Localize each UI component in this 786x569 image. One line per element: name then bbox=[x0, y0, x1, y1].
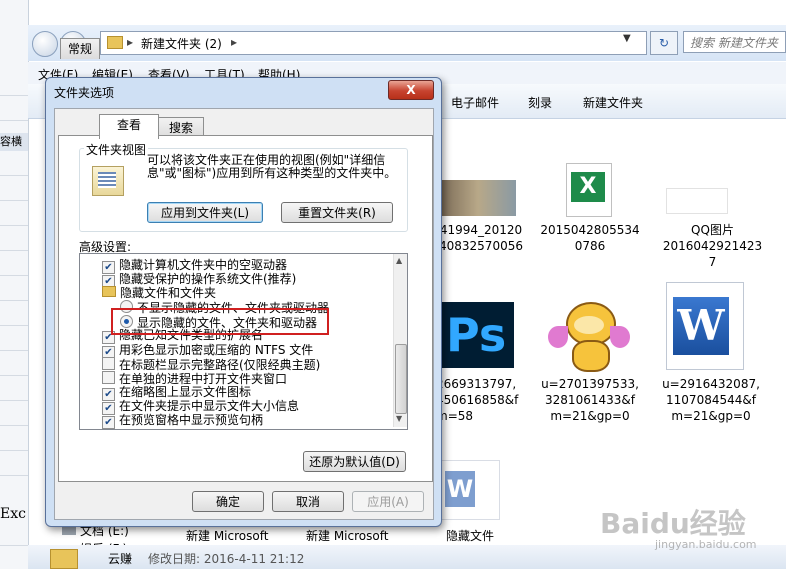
chevron-right-icon[interactable]: ▸ bbox=[127, 35, 133, 49]
toolbar-email[interactable]: 电子邮件 bbox=[451, 94, 499, 111]
excel-icon[interactable]: X bbox=[566, 163, 612, 217]
folder-views-label: 文件夹视图 bbox=[84, 141, 149, 158]
background-text-fragment: 容横 bbox=[0, 133, 28, 151]
list-item-label: 隐藏受保护的操作系统文件(推荐) bbox=[119, 272, 297, 286]
word-doc-icon[interactable]: W bbox=[440, 460, 500, 520]
highlight-annotation bbox=[111, 308, 329, 335]
dialog-title: 文件夹选项 bbox=[54, 86, 115, 100]
cancel-button[interactable]: 取消 bbox=[272, 491, 344, 512]
file-label[interactable]: 2669313797, 450616858&f m=58 bbox=[436, 376, 534, 424]
tab-view[interactable]: 查看 bbox=[99, 114, 159, 139]
folder-icon bbox=[102, 286, 116, 297]
list-item-label: 在标题栏显示完整路径(仅限经典主题) bbox=[119, 358, 321, 372]
tab-general[interactable]: 常规 bbox=[60, 38, 100, 59]
file-label[interactable]: u=2916432087, 1107084544&f m=21&gp=0 bbox=[655, 376, 767, 424]
ok-button[interactable]: 确定 bbox=[192, 491, 264, 512]
checkbox-unchecked[interactable] bbox=[102, 371, 115, 384]
checkbox-checked[interactable]: ✔ bbox=[102, 416, 115, 429]
toolbar-burn[interactable]: 刻录 bbox=[528, 94, 552, 111]
photoshop-thumbnail[interactable]: Ps bbox=[440, 302, 514, 368]
back-button[interactable] bbox=[32, 31, 58, 57]
word-icon[interactable]: W bbox=[666, 282, 744, 370]
list-item-label: 在缩略图上显示文件图标 bbox=[119, 385, 252, 399]
file-label[interactable]: u=2701397533, 3281061433&f m=21&gp=0 bbox=[540, 376, 640, 424]
address-bar[interactable]: ▸ 新建文件夹 (2) ▸ bbox=[100, 31, 647, 55]
refresh-icon[interactable]: ↻ bbox=[650, 31, 678, 55]
watermark-url: jingyan.baidu.com bbox=[655, 538, 757, 551]
file-label[interactable]: 41994_20120 40832570056 bbox=[436, 222, 526, 254]
close-button[interactable]: X bbox=[388, 80, 434, 100]
scroll-up-icon[interactable]: ▲ bbox=[396, 256, 402, 265]
checkbox-unchecked[interactable] bbox=[102, 357, 115, 370]
list-item[interactable]: 在标题栏显示完整路径(仅限经典主题) bbox=[102, 357, 321, 372]
folder-views-description: 可以将该文件夹正在使用的视图(例如"详细信息"或"图标")应用到所有这种类型的文… bbox=[147, 153, 397, 180]
file-label[interactable]: 隐藏文件 bbox=[446, 528, 494, 544]
scrollbar-thumb[interactable] bbox=[395, 344, 407, 414]
list-item-label: 在文件夹提示中显示文件大小信息 bbox=[119, 399, 300, 413]
status-item-name: 云赚 bbox=[108, 552, 133, 566]
search-input[interactable]: 搜索 新建文件夹 bbox=[683, 31, 786, 53]
background-window-strip: 容横 Exc bbox=[0, 0, 29, 569]
list-item[interactable]: ✔ 在缩略图上显示文件图标 bbox=[102, 385, 252, 401]
restore-defaults-button[interactable]: 还原为默认值(D) bbox=[303, 451, 406, 472]
scroll-down-icon[interactable]: ▼ bbox=[396, 414, 402, 423]
list-item[interactable]: ✔ 用彩色显示加密或压缩的 NTFS 文件 bbox=[102, 343, 314, 359]
photo-thumbnail[interactable] bbox=[440, 180, 516, 216]
folder-icon bbox=[50, 549, 78, 569]
list-item-label: 隐藏计算机文件夹中的空驱动器 bbox=[119, 258, 288, 272]
file-label[interactable]: 2015042805534 0786 bbox=[540, 222, 640, 254]
file-label[interactable]: 新建 Microsoft bbox=[186, 528, 268, 544]
folder-view-icon bbox=[92, 166, 124, 196]
list-item[interactable]: 在单独的进程中打开文件夹窗口 bbox=[102, 371, 288, 386]
list-item-label: 在预览窗格中显示预览句柄 bbox=[119, 413, 264, 427]
reset-folders-button[interactable]: 重置文件夹(R) bbox=[281, 202, 393, 223]
list-item[interactable]: ✔ 在文件夹提示中显示文件大小信息 bbox=[102, 399, 300, 415]
list-item: 隐藏文件和文件夹 bbox=[102, 286, 216, 300]
list-item[interactable]: ✔ 在预览窗格中显示预览句柄 bbox=[102, 413, 264, 429]
chevron-down-icon[interactable]: ▼ bbox=[623, 33, 631, 44]
toolbar-new-folder[interactable]: 新建文件夹 bbox=[583, 94, 643, 111]
apply-button[interactable]: 应用(A) bbox=[352, 491, 424, 512]
file-label[interactable]: QQ图片 2016042921423 7 bbox=[655, 222, 770, 270]
list-item[interactable]: ✔ 隐藏受保护的操作系统文件(推荐) bbox=[102, 272, 297, 288]
file-label[interactable]: 新建 Microsoft bbox=[306, 528, 388, 544]
background-text-fragment: Exc bbox=[0, 506, 26, 522]
chevron-right-icon[interactable]: ▸ bbox=[231, 35, 237, 49]
advanced-settings-list[interactable]: ✔ 隐藏计算机文件夹中的空驱动器 ✔ 隐藏受保护的操作系统文件(推荐) 隐藏文件和文… bbox=[79, 253, 408, 430]
watermark-logo: Baidu经验 bbox=[600, 507, 746, 540]
apply-to-folders-button[interactable]: 应用到文件夹(L) bbox=[147, 202, 263, 223]
folder-icon bbox=[107, 36, 123, 49]
list-item-label: 在单独的进程中打开文件夹窗口 bbox=[119, 372, 288, 386]
image-thumbnail[interactable] bbox=[666, 188, 728, 214]
list-item-label: 用彩色显示加密或压缩的 NTFS 文件 bbox=[119, 343, 314, 357]
list-item-label: 隐藏文件和文件夹 bbox=[120, 286, 217, 300]
status-modified-date: 修改日期: 2016-4-11 21:12 bbox=[148, 552, 305, 566]
cartoon-bear-thumbnail[interactable] bbox=[548, 296, 630, 372]
address-path[interactable]: 新建文件夹 (2) bbox=[141, 35, 222, 52]
list-item[interactable]: ✔ 隐藏计算机文件夹中的空驱动器 bbox=[102, 258, 288, 274]
list-scrollbar[interactable]: ▲ ▼ bbox=[393, 254, 407, 427]
